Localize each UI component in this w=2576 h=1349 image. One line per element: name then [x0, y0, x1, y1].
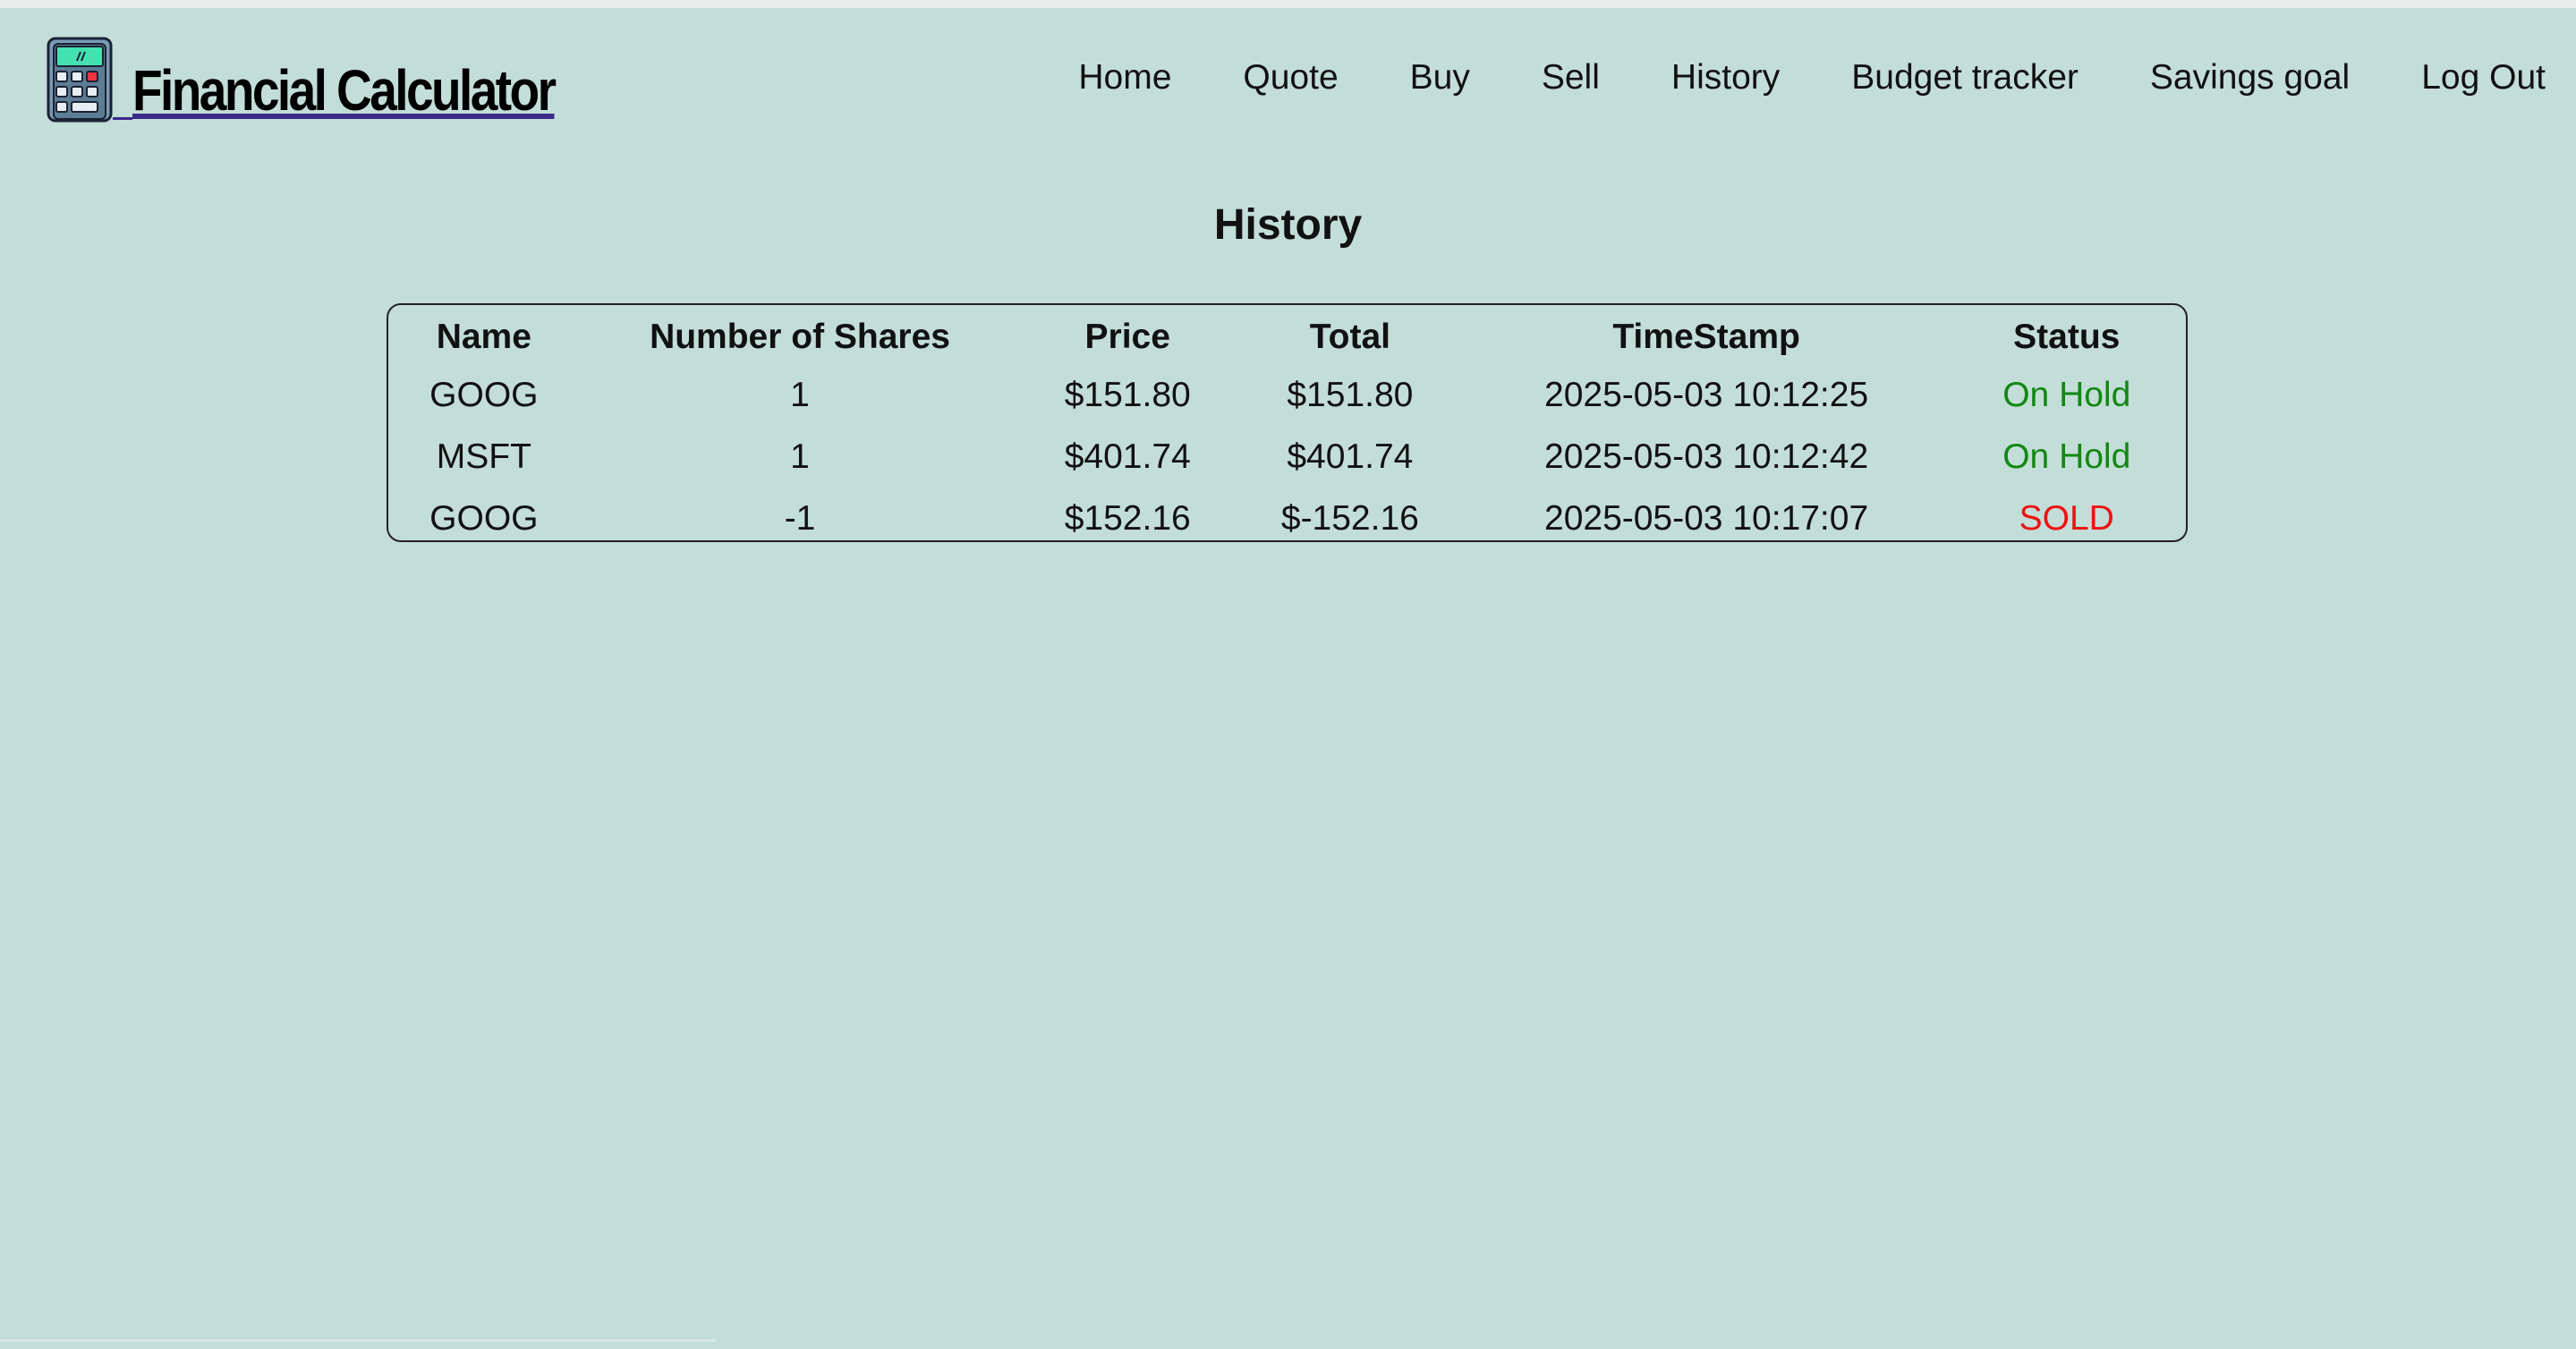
cell-shares: 1: [790, 437, 810, 476]
bottom-border: [0, 1339, 716, 1342]
cell-name: MSFT: [436, 437, 531, 476]
cell-total: $401.74: [1287, 437, 1414, 476]
top-border: [0, 0, 2576, 8]
nav-buy[interactable]: Buy: [1410, 55, 1470, 100]
status-badge: SOLD: [2019, 498, 2114, 538]
column-header-shares: Number of Shares: [650, 318, 950, 356]
column-header-total: Total: [1309, 318, 1390, 356]
cell-price: $401.74: [1064, 437, 1191, 476]
cell-price: $151.80: [1064, 375, 1191, 414]
cell-shares: 1: [790, 375, 810, 414]
table-row: MSFT 1 $401.74 $401.74 2025-05-03 10:12:…: [388, 426, 2186, 488]
table-header-row: Name Number of Shares Price Total TimeSt…: [388, 305, 2186, 364]
cell-name: GOOG: [429, 375, 539, 414]
table-row: GOOG 1 $151.80 $151.80 2025-05-03 10:12:…: [388, 364, 2186, 426]
cell-total: $151.80: [1287, 375, 1414, 414]
brand-link[interactable]: Financial Calculator: [47, 30, 623, 123]
cell-timestamp: 2025-05-03 10:12:25: [1544, 375, 1869, 414]
column-header-status: Status: [2013, 318, 2121, 356]
cell-shares: -1: [784, 498, 816, 538]
nav-sell[interactable]: Sell: [1542, 55, 1600, 100]
column-header-price: Price: [1084, 318, 1170, 356]
history-table-container: Name Number of Shares Price Total TimeSt…: [387, 303, 2188, 542]
page-title: History: [1213, 201, 1363, 249]
nav-log-out[interactable]: Log Out: [2421, 55, 2546, 100]
cell-price: $152.16: [1064, 498, 1191, 538]
table-row: GOOG -1 $152.16 $-152.16 2025-05-03 10:1…: [388, 488, 2186, 549]
calculator-icon: [47, 37, 113, 123]
column-header-name: Name: [436, 318, 531, 356]
column-header-timestamp: TimeStamp: [1612, 318, 1800, 356]
nav-quote[interactable]: Quote: [1243, 55, 1338, 100]
brand-link-spacer: [113, 114, 132, 120]
cell-total: $-152.16: [1280, 498, 1419, 538]
brand-title[interactable]: Financial Calculator: [132, 62, 557, 119]
cell-timestamp: 2025-05-03 10:17:07: [1544, 498, 1869, 538]
status-badge: On Hold: [2002, 375, 2131, 414]
nav-savings-goal[interactable]: Savings goal: [2150, 55, 2350, 100]
history-table: Name Number of Shares Price Total TimeSt…: [388, 305, 2186, 549]
top-nav: Home Quote Buy Sell History Budget track…: [1078, 55, 2546, 100]
cell-timestamp: 2025-05-03 10:12:42: [1544, 437, 1869, 476]
nav-history[interactable]: History: [1671, 55, 1780, 100]
nav-home[interactable]: Home: [1078, 55, 1171, 100]
cell-name: GOOG: [429, 498, 539, 538]
nav-budget-tracker[interactable]: Budget tracker: [1851, 55, 2079, 100]
status-badge: On Hold: [2002, 437, 2131, 476]
